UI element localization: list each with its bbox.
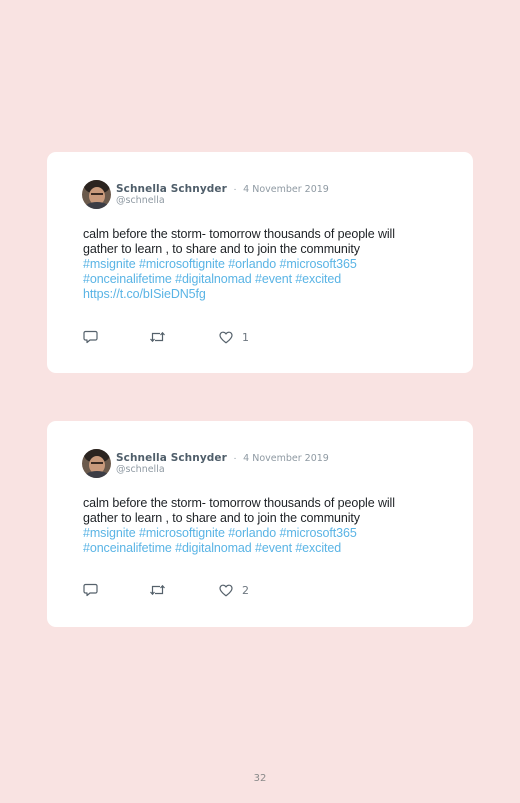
tweet-text: calm before the storm- tomorrow thousand… [83,227,458,302]
hashtag-line[interactable]: #onceinalifetime #digitalnomad #event #e… [83,541,458,556]
tweet-date[interactable]: 4 November 2019 [243,184,329,195]
retweet-icon [150,584,165,596]
avatar[interactable] [82,180,111,209]
tweet-card: Schnella Schnyder · 4 November 2019 @sch… [47,421,473,627]
reply-button[interactable] [83,582,98,598]
tweet-text-line: gather to learn , to share and to join t… [83,242,360,256]
author-handle[interactable]: @schnella [116,463,165,476]
avatar-image [82,449,111,478]
reply-icon [83,583,98,597]
like-count: 2 [242,583,249,597]
like-count: 1 [242,330,249,344]
avatar-image [82,180,111,209]
tweet-actions: 2 [83,582,283,598]
tweet-card: Schnella Schnyder · 4 November 2019 @sch… [47,152,473,373]
reply-icon [83,330,98,344]
tweet-date[interactable]: 4 November 2019 [243,453,329,464]
heart-icon [219,584,233,596]
tweet-actions: 1 [83,329,283,345]
like-button[interactable]: 1 [219,329,249,345]
reply-button[interactable] [83,329,98,345]
tweet-text-line: calm before the storm- tomorrow thousand… [83,496,395,510]
author-handle[interactable]: @schnella [116,194,165,207]
tweet-text-line: gather to learn , to share and to join t… [83,511,360,525]
retweet-icon [150,331,165,343]
page-number: 32 [253,773,267,784]
tweet-text-line: calm before the storm- tomorrow thousand… [83,227,395,241]
retweet-button[interactable] [149,329,166,345]
tweet-text: calm before the storm- tomorrow thousand… [83,496,458,556]
header-separator: · [233,184,237,195]
heart-icon [219,331,233,343]
tweet-link[interactable]: https://t.co/bISieDN5fg [83,287,458,302]
hashtag-line[interactable]: #msignite #microsoftignite #orlando #mic… [83,526,458,541]
retweet-button[interactable] [149,582,166,598]
hashtag-line[interactable]: #onceinalifetime #digitalnomad #event #e… [83,272,458,287]
hashtag-line[interactable]: #msignite #microsoftignite #orlando #mic… [83,257,458,272]
header-separator: · [233,453,237,464]
like-button[interactable]: 2 [219,582,249,598]
avatar[interactable] [82,449,111,478]
